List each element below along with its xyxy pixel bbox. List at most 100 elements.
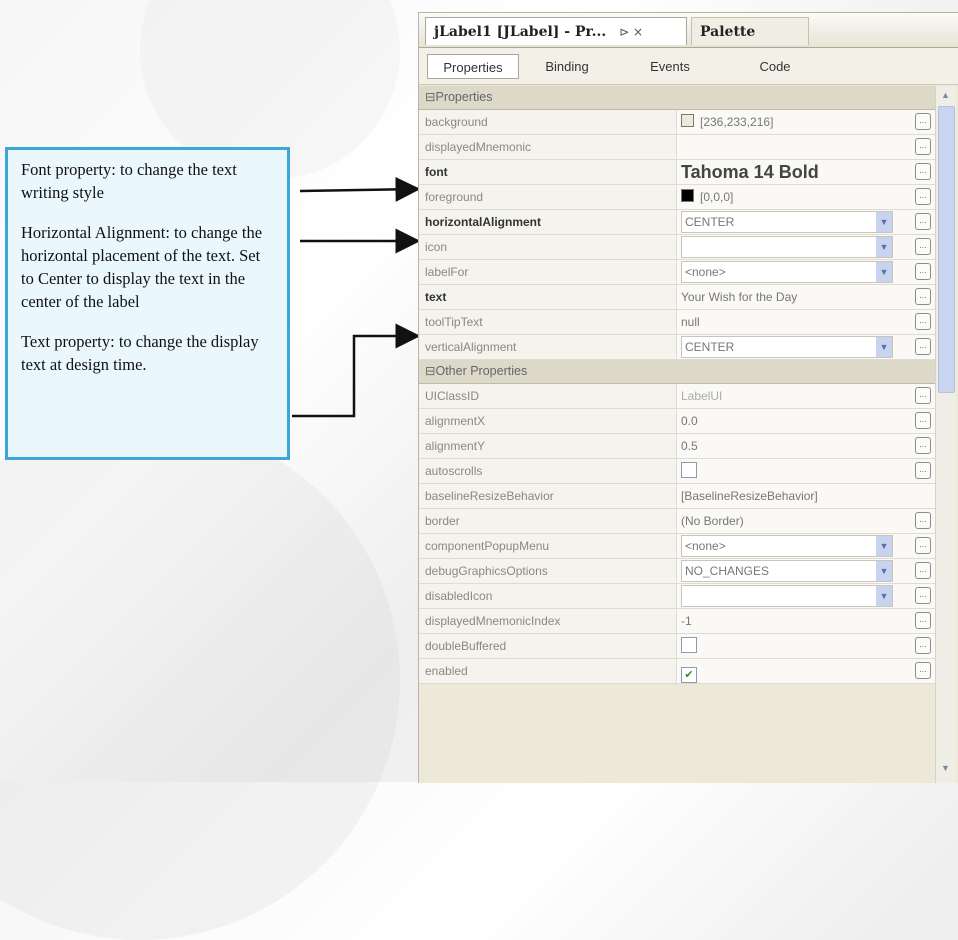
ellipsis-icon[interactable]: …	[915, 562, 931, 579]
chevron-down-icon[interactable]: ▼	[876, 337, 892, 357]
ellipsis-icon[interactable]: …	[915, 188, 931, 205]
property-value[interactable]: [0,0,0]	[681, 185, 895, 209]
property-value[interactable]	[681, 135, 895, 159]
tab-properties[interactable]: Properties	[427, 54, 519, 79]
property-row[interactable]: verticalAlignment CENTER ▼ …	[419, 335, 935, 360]
chevron-up-icon[interactable]: ▲	[938, 90, 953, 104]
ellipsis-icon[interactable]: …	[915, 637, 931, 654]
property-row[interactable]: enabled ✔ …	[419, 659, 935, 684]
ellipsis-icon[interactable]: …	[915, 338, 931, 355]
ellipsis-icon[interactable]: …	[915, 113, 931, 130]
tab-title: jLabel1 [JLabel] - Pr...	[434, 24, 607, 40]
property-name: baselineResizeBehavior	[419, 484, 677, 508]
property-value[interactable]: -1	[681, 609, 895, 633]
property-row[interactable]: horizontalAlignment CENTER ▼ …	[419, 210, 935, 235]
property-row[interactable]: componentPopupMenu <none> ▼ …	[419, 534, 935, 559]
property-combo[interactable]: <none> ▼	[681, 535, 893, 557]
property-row[interactable]: foreground [0,0,0] …	[419, 185, 935, 210]
tab-code[interactable]: Code	[747, 54, 803, 79]
property-row[interactable]: UIClassID LabelUI …	[419, 384, 935, 409]
property-name: verticalAlignment	[419, 335, 677, 359]
property-row[interactable]: font Tahoma 14 Bold …	[419, 160, 935, 185]
property-row[interactable]: displayedMnemonicIndex -1 …	[419, 609, 935, 634]
property-combo[interactable]: NO_CHANGES ▼	[681, 560, 893, 582]
font-arrow	[299, 176, 421, 202]
property-name: horizontalAlignment	[419, 210, 677, 234]
property-combo[interactable]: CENTER ▼	[681, 336, 893, 358]
property-row[interactable]: labelFor <none> ▼ …	[419, 260, 935, 285]
property-value[interactable]: Tahoma 14 Bold	[681, 160, 895, 184]
section-properties[interactable]: ⊟Properties	[419, 86, 935, 110]
property-combo[interactable]: CENTER ▼	[681, 211, 893, 233]
section-other-properties[interactable]: ⊟Other Properties	[419, 360, 935, 384]
property-row[interactable]: debugGraphicsOptions NO_CHANGES ▼ …	[419, 559, 935, 584]
ellipsis-icon[interactable]: …	[915, 213, 931, 230]
check-icon: ✔	[684, 669, 694, 681]
ellipsis-icon[interactable]: …	[915, 313, 931, 330]
property-value[interactable]: ✔	[681, 659, 895, 683]
property-value[interactable]: [236,233,216]	[681, 110, 895, 134]
ellipsis-icon[interactable]: …	[915, 437, 931, 454]
property-row[interactable]: alignmentX 0.0 …	[419, 409, 935, 434]
property-value[interactable]: Your Wish for the Day	[681, 285, 895, 309]
enabled-checkbox[interactable]: ✔	[681, 667, 697, 683]
ellipsis-icon[interactable]: …	[915, 587, 931, 604]
property-name: icon	[419, 235, 677, 259]
property-value[interactable]: [BaselineResizeBehavior]	[681, 484, 895, 508]
property-row[interactable]: disabledIcon ▼ …	[419, 584, 935, 609]
text-arrow	[292, 323, 421, 418]
tab-events[interactable]: Events	[637, 54, 703, 79]
tab-binding[interactable]: Binding	[531, 54, 603, 79]
tab-controls[interactable]: ⊳ ×	[619, 25, 643, 39]
ellipsis-icon[interactable]: …	[915, 537, 931, 554]
property-name: font	[419, 160, 677, 184]
tab-palette[interactable]: Palette	[691, 17, 809, 45]
property-combo[interactable]: ▼	[681, 585, 893, 607]
property-name: border	[419, 509, 677, 533]
property-combo[interactable]: ▼	[681, 236, 893, 258]
chevron-down-icon[interactable]: ▼	[938, 763, 953, 777]
property-value[interactable]: 0.5	[681, 434, 895, 458]
property-row[interactable]: alignmentY 0.5 …	[419, 434, 935, 459]
chevron-down-icon[interactable]: ▼	[876, 561, 892, 581]
property-row[interactable]: border (No Border) …	[419, 509, 935, 534]
property-value[interactable]: 0.0	[681, 409, 895, 433]
ellipsis-icon[interactable]: …	[915, 412, 931, 429]
property-name: text	[419, 285, 677, 309]
property-combo[interactable]: <none> ▼	[681, 261, 893, 283]
property-value[interactable]	[681, 459, 895, 483]
property-row[interactable]: background [236,233,216] …	[419, 110, 935, 135]
property-name: foreground	[419, 185, 677, 209]
chevron-down-icon[interactable]: ▼	[876, 536, 892, 556]
chevron-down-icon[interactable]: ▼	[876, 586, 892, 606]
ellipsis-icon[interactable]: …	[915, 163, 931, 180]
ellipsis-icon[interactable]: …	[915, 263, 931, 280]
tab-jlabel-properties[interactable]: jLabel1 [JLabel] - Pr... ⊳ ×	[425, 17, 687, 45]
ellipsis-icon[interactable]: …	[915, 662, 931, 679]
chevron-down-icon[interactable]: ▼	[876, 237, 892, 257]
ellipsis-icon[interactable]: …	[915, 612, 931, 629]
ellipsis-icon[interactable]: …	[915, 387, 931, 404]
property-row[interactable]: doubleBuffered …	[419, 634, 935, 659]
vertical-scrollbar[interactable]: ▲ ▼	[935, 86, 956, 783]
ellipsis-icon[interactable]: …	[915, 512, 931, 529]
chevron-down-icon[interactable]: ▼	[876, 212, 892, 232]
doublebuffered-checkbox[interactable]	[681, 637, 697, 653]
property-row[interactable]: text Your Wish for the Day …	[419, 285, 935, 310]
ellipsis-icon[interactable]: …	[915, 462, 931, 479]
property-value[interactable]: (No Border)	[681, 509, 895, 533]
property-row[interactable]: icon ▼ …	[419, 235, 935, 260]
property-row[interactable]: displayedMnemonic …	[419, 135, 935, 160]
property-value[interactable]: null	[681, 310, 895, 334]
ellipsis-icon[interactable]: …	[915, 138, 931, 155]
property-value[interactable]: LabelUI	[681, 384, 895, 408]
property-value[interactable]	[681, 634, 895, 658]
chevron-down-icon[interactable]: ▼	[876, 262, 892, 282]
property-row[interactable]: toolTipText null …	[419, 310, 935, 335]
autoscrolls-checkbox[interactable]	[681, 462, 697, 478]
ellipsis-icon[interactable]: …	[915, 288, 931, 305]
property-row[interactable]: baselineResizeBehavior [BaselineResizeBe…	[419, 484, 935, 509]
ellipsis-icon[interactable]: …	[915, 238, 931, 255]
scroll-thumb[interactable]	[938, 106, 955, 393]
property-row[interactable]: autoscrolls …	[419, 459, 935, 484]
